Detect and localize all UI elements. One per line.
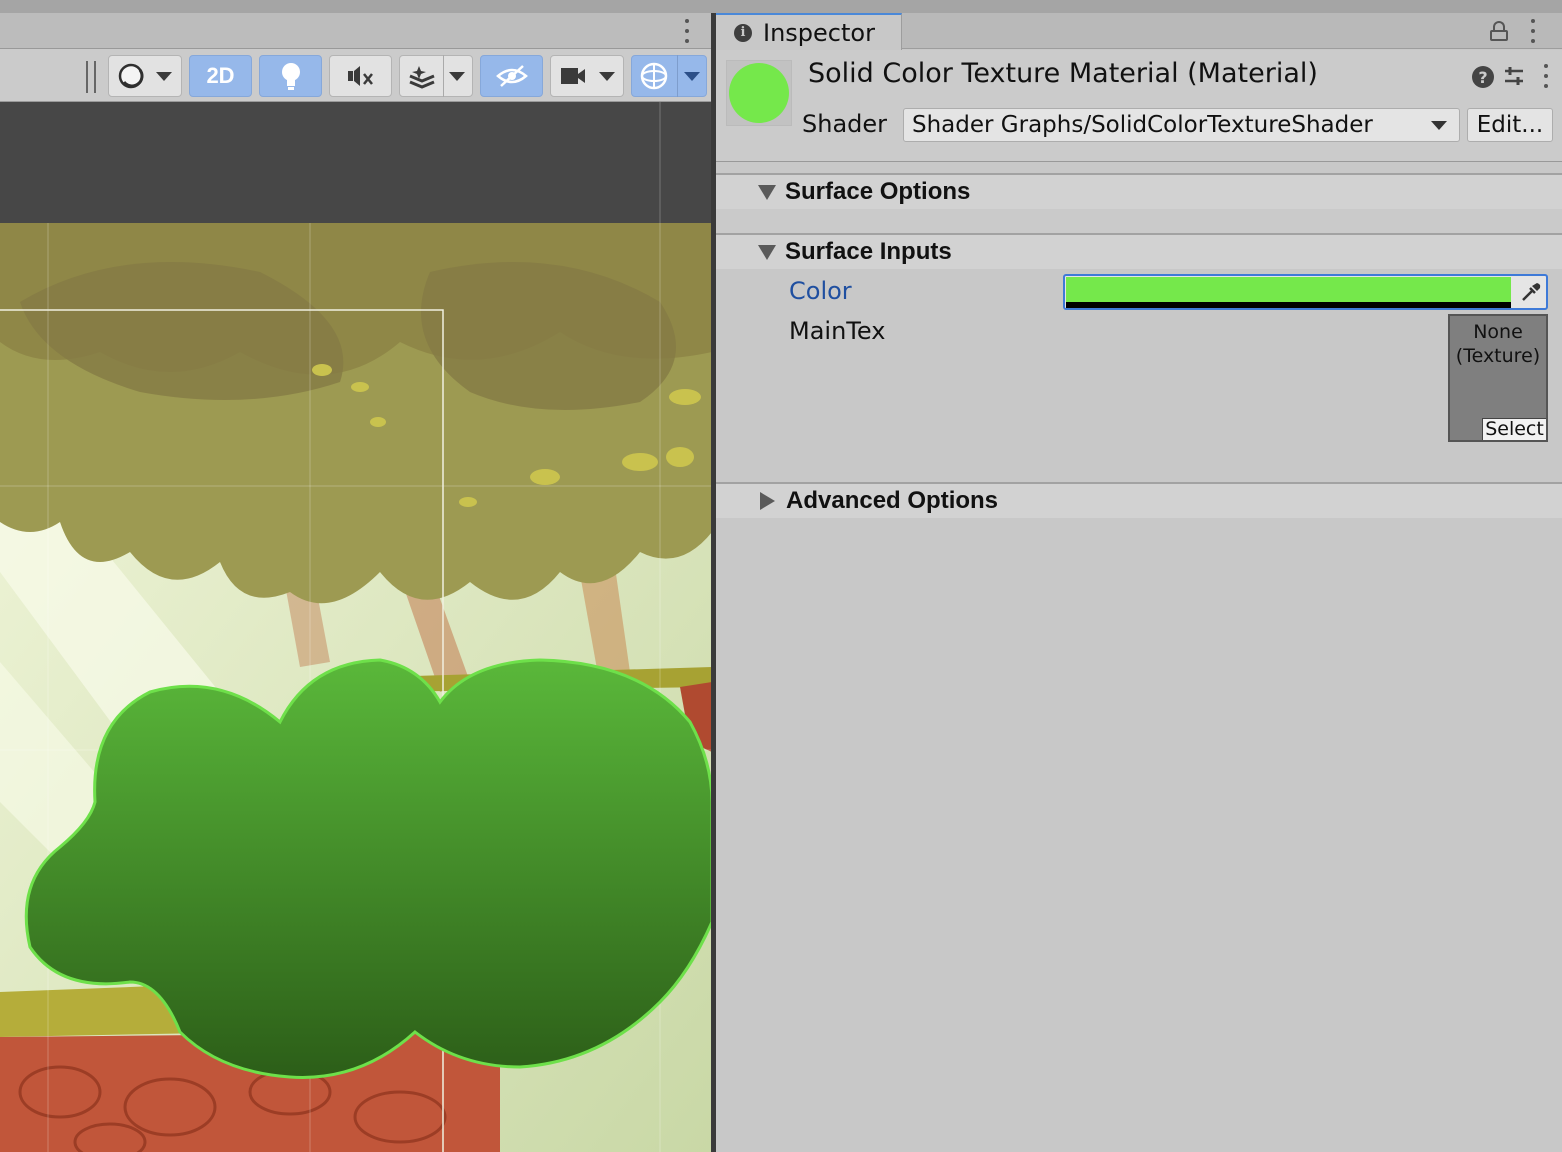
chevron-down-icon [156, 71, 172, 81]
lightbulb-icon [281, 63, 300, 90]
toolbar-split-divider [443, 55, 444, 97]
texture-none-line1: None [1473, 321, 1523, 343]
foldout-title: Surface Inputs [785, 238, 952, 265]
material-preview-sphere [729, 63, 789, 123]
tab-inspector[interactable]: i Inspector [716, 13, 902, 50]
help-icon[interactable]: ? [1472, 66, 1494, 88]
foldout-advanced-options[interactable]: Advanced Options [716, 484, 1562, 518]
chevron-down-icon [684, 71, 700, 81]
chevron-down-icon [599, 71, 615, 81]
foldout-expanded-icon [758, 244, 776, 260]
scene-view-panel: 2D [0, 13, 712, 1152]
texture-slot[interactable]: None (Texture) Select [1448, 314, 1548, 442]
scene-camera-dropdown[interactable] [550, 55, 624, 97]
scene-audio-button[interactable] [329, 55, 392, 97]
editor-top-strip [0, 0, 1562, 13]
scene-toolbar: 2D [0, 49, 712, 102]
foldout-collapsed-icon [760, 492, 775, 510]
gizmo-globe-icon [640, 62, 668, 90]
info-icon: i [734, 23, 752, 42]
shader-dropdown[interactable]: Shader Graphs/SolidColorTextureShader [903, 108, 1460, 142]
foldout-surface-inputs[interactable]: Surface Inputs [716, 235, 1562, 269]
scene-more-options-icon[interactable] [684, 19, 690, 43]
material-more-options-icon[interactable] [1543, 64, 1549, 88]
presets-sliders-icon[interactable] [1502, 64, 1526, 88]
scene-empty-background [0, 102, 712, 223]
property-maintex-label: MainTex [789, 317, 886, 345]
toggle-2d-label: 2D [206, 63, 235, 88]
lock-icon[interactable] [1490, 21, 1508, 41]
toolbar-split-divider [677, 55, 678, 97]
color-alpha-bar [1066, 302, 1511, 308]
eye-hidden-icon [495, 65, 528, 87]
scene-canvas[interactable] [0, 102, 712, 1152]
texture-select-button[interactable]: Select [1482, 418, 1546, 440]
gizmos-dropdown[interactable] [631, 55, 707, 97]
property-color-label: Color [789, 277, 852, 305]
surface-options-content [716, 209, 1562, 233]
eyedropper-icon[interactable] [1514, 277, 1547, 307]
scene-visibility-button[interactable] [480, 55, 543, 97]
color-swatch[interactable] [1066, 277, 1511, 302]
toggle-2d-button[interactable]: 2D [189, 55, 252, 97]
video-camera-icon [561, 68, 585, 84]
texture-none-line2: (Texture) [1455, 345, 1541, 367]
inspector-more-options-icon[interactable] [1530, 19, 1536, 43]
layers-effects-icon [409, 66, 435, 89]
scene-lighting-button[interactable] [259, 55, 322, 97]
foldout-surface-options[interactable]: Surface Options [716, 175, 1562, 209]
shaded-sphere-icon [118, 63, 144, 89]
speaker-muted-icon [347, 66, 373, 86]
draw-mode-dropdown[interactable] [108, 55, 182, 97]
texture-none-label: None (Texture) [1450, 320, 1546, 368]
inspector-tab-bar: i Inspector [716, 13, 1562, 50]
edit-shader-button[interactable]: Edit... [1467, 108, 1553, 142]
toolbar-grip-handle[interactable] [86, 61, 96, 93]
material-title: Solid Color Texture Material (Material) [808, 58, 1318, 89]
scene-artwork [0, 102, 712, 1152]
foldout-expanded-icon [758, 184, 776, 200]
scene-tab-bar [0, 13, 712, 49]
chevron-down-icon [449, 71, 465, 81]
scene-effects-dropdown[interactable] [399, 55, 473, 97]
material-preview [726, 60, 792, 126]
inspector-tab-label: Inspector [763, 18, 875, 47]
color-field[interactable] [1063, 274, 1548, 310]
foldout-title: Surface Options [785, 178, 971, 205]
inspector-panel: i Inspector Solid Color Texture Material… [716, 13, 1562, 1152]
material-header: Solid Color Texture Material (Material) … [716, 50, 1562, 162]
foldout-title: Advanced Options [786, 487, 999, 514]
shader-value: Shader Graphs/SolidColorTextureShader [912, 112, 1373, 138]
shader-label: Shader [802, 110, 888, 138]
chevron-down-icon [1431, 121, 1447, 130]
